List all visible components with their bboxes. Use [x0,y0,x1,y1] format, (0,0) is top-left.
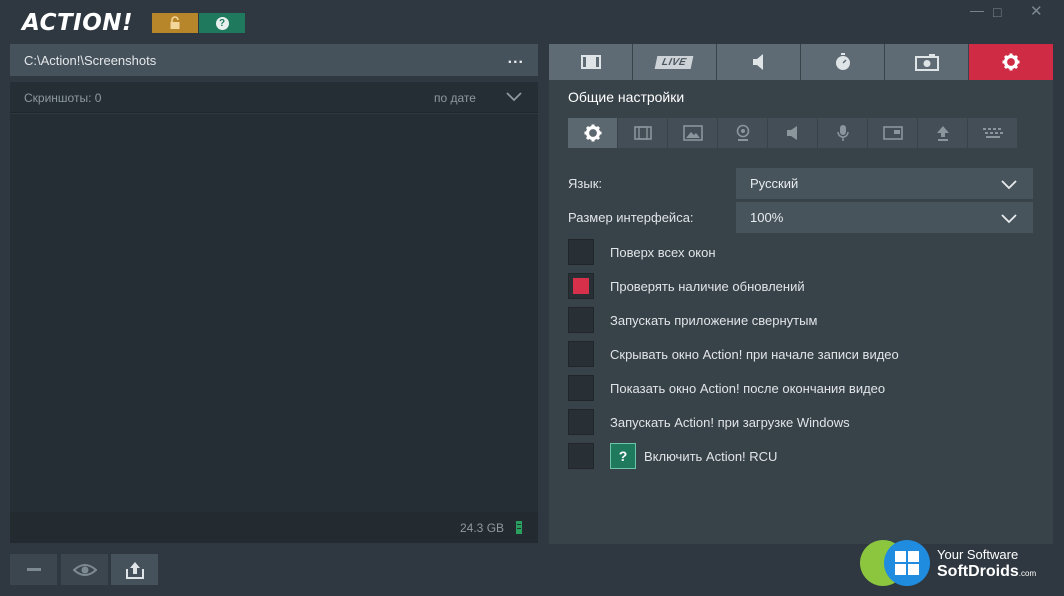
ui-size-select[interactable]: 100% [736,202,1033,233]
option-label: Запускать Action! при загрузке Windows [610,414,850,430]
option-label: Запускать приложение свернутым [610,312,818,328]
subtab-screenshots[interactable] [668,118,717,148]
watermark-tagline: Your Software [937,547,1019,562]
subtab-audio[interactable] [768,118,817,148]
tab-video[interactable] [549,44,632,80]
checkbox[interactable] [568,239,594,265]
tab-screenshots[interactable] [885,44,968,80]
tab-benchmark[interactable] [801,44,884,80]
subtab-hotkeys[interactable] [968,118,1017,148]
main-tabs: LIVE [549,44,1053,80]
subtab-webcam[interactable] [718,118,767,148]
upload-icon [125,561,144,579]
option-hide-on-record[interactable]: Скрывать окно Action! при начале записи … [568,341,899,367]
language-select[interactable]: Русский [736,168,1033,199]
gear-icon [584,124,601,142]
chevron-down-icon [1001,180,1017,190]
checkbox[interactable] [568,375,594,401]
lock-icon [170,16,180,29]
window-icon [882,126,903,140]
help-icon[interactable]: ? [610,443,636,469]
ui-size-value: 100% [750,210,784,225]
subtab-microphone[interactable] [818,118,867,148]
app-logo: ACTION! [22,10,134,36]
language-label: Язык: [568,176,602,191]
disk-icon [516,521,522,534]
keyboard-icon [982,128,1003,138]
option-label: Показать окно Action! после окончания ви… [610,380,886,396]
free-space: 24.3 GB [460,521,505,535]
tab-live[interactable]: LIVE [633,44,716,80]
folder-path: C:\Action!\Screenshots [24,52,157,68]
folder-path-bar[interactable]: C:\Action!\Screenshots ... [10,44,538,76]
tab-settings[interactable] [969,44,1053,80]
option-label: Включить Action! RCU [644,448,778,464]
screenshot-count: Скриншоты: 0 [24,91,102,105]
checkbox[interactable] [568,409,594,435]
tab-audio[interactable] [717,44,800,80]
subtab-upload[interactable] [918,118,967,148]
option-run-at-startup[interactable]: Запускать Action! при загрузке Windows [568,409,850,435]
microphone-icon [836,125,849,141]
checkbox-checked[interactable] [568,273,594,299]
option-check-updates[interactable]: Проверять наличие обновлений [568,273,805,299]
webcam-icon [736,124,749,141]
camera-icon [914,54,939,71]
upload-button[interactable] [111,554,158,585]
option-enable-rcu[interactable]: ? Включить Action! RCU [568,443,777,469]
upload-icon [936,126,949,141]
subtab-video[interactable] [618,118,667,148]
gear-icon [1002,53,1020,71]
subtab-overlay[interactable] [868,118,917,148]
help-icon: ? [215,16,229,30]
watermark-suffix: .com [1018,569,1037,578]
checkbox[interactable] [568,341,594,367]
option-label: Скрывать окно Action! при начале записи … [610,346,899,362]
stopwatch-icon [835,53,850,70]
section-title: Общие настройки [568,89,685,105]
chevron-down-icon[interactable] [506,90,522,102]
preview-button[interactable] [61,554,108,585]
sort-dropdown[interactable]: по дате [434,91,476,105]
film-icon [633,126,652,140]
windows-logo-icon [884,540,930,586]
help-button[interactable]: ? [199,13,245,33]
subtab-general[interactable] [568,118,617,148]
language-value: Русский [750,176,799,191]
option-label: Проверять наличие обновлений [610,278,805,294]
softdroids-watermark: Your Software SoftDroids.com [860,540,1056,590]
minimize-button[interactable]: — [970,2,984,18]
speaker-icon [786,126,797,140]
settings-panel: LIVE Общие настройки Язык: Русский Разме… [549,44,1053,544]
delete-button[interactable] [10,554,57,585]
watermark-brand: SoftDroids.com [937,563,1036,581]
minus-icon [26,567,41,571]
chevron-down-icon [1001,214,1017,224]
option-always-on-top[interactable]: Поверх всех окон [568,239,716,265]
lock-button[interactable] [152,13,198,33]
option-label: Поверх всех окон [610,244,716,260]
settings-subtabs [568,118,1018,148]
eye-icon [72,563,97,576]
ui-size-label: Размер интерфейса: [568,210,694,225]
checkbox[interactable] [568,307,594,333]
close-button[interactable]: ✕ [1030,2,1043,20]
image-icon [682,125,703,141]
option-show-after-video[interactable]: Показать окно Action! после окончания ви… [568,375,885,401]
film-icon [580,55,601,69]
list-header: Скриншоты: 0 по дате [10,82,538,113]
storage-footer: 24.3 GB [10,512,538,543]
path-menu-button[interactable]: ... [508,50,524,68]
maximize-button[interactable]: □ [993,4,1001,20]
screenshot-list[interactable] [10,114,538,512]
watermark-brand-name: SoftDroids [937,563,1019,580]
option-start-minimized[interactable]: Запускать приложение свернутым [568,307,817,333]
speaker-icon [752,54,763,70]
checkbox[interactable] [568,443,594,469]
live-label: LIVE [654,55,694,69]
